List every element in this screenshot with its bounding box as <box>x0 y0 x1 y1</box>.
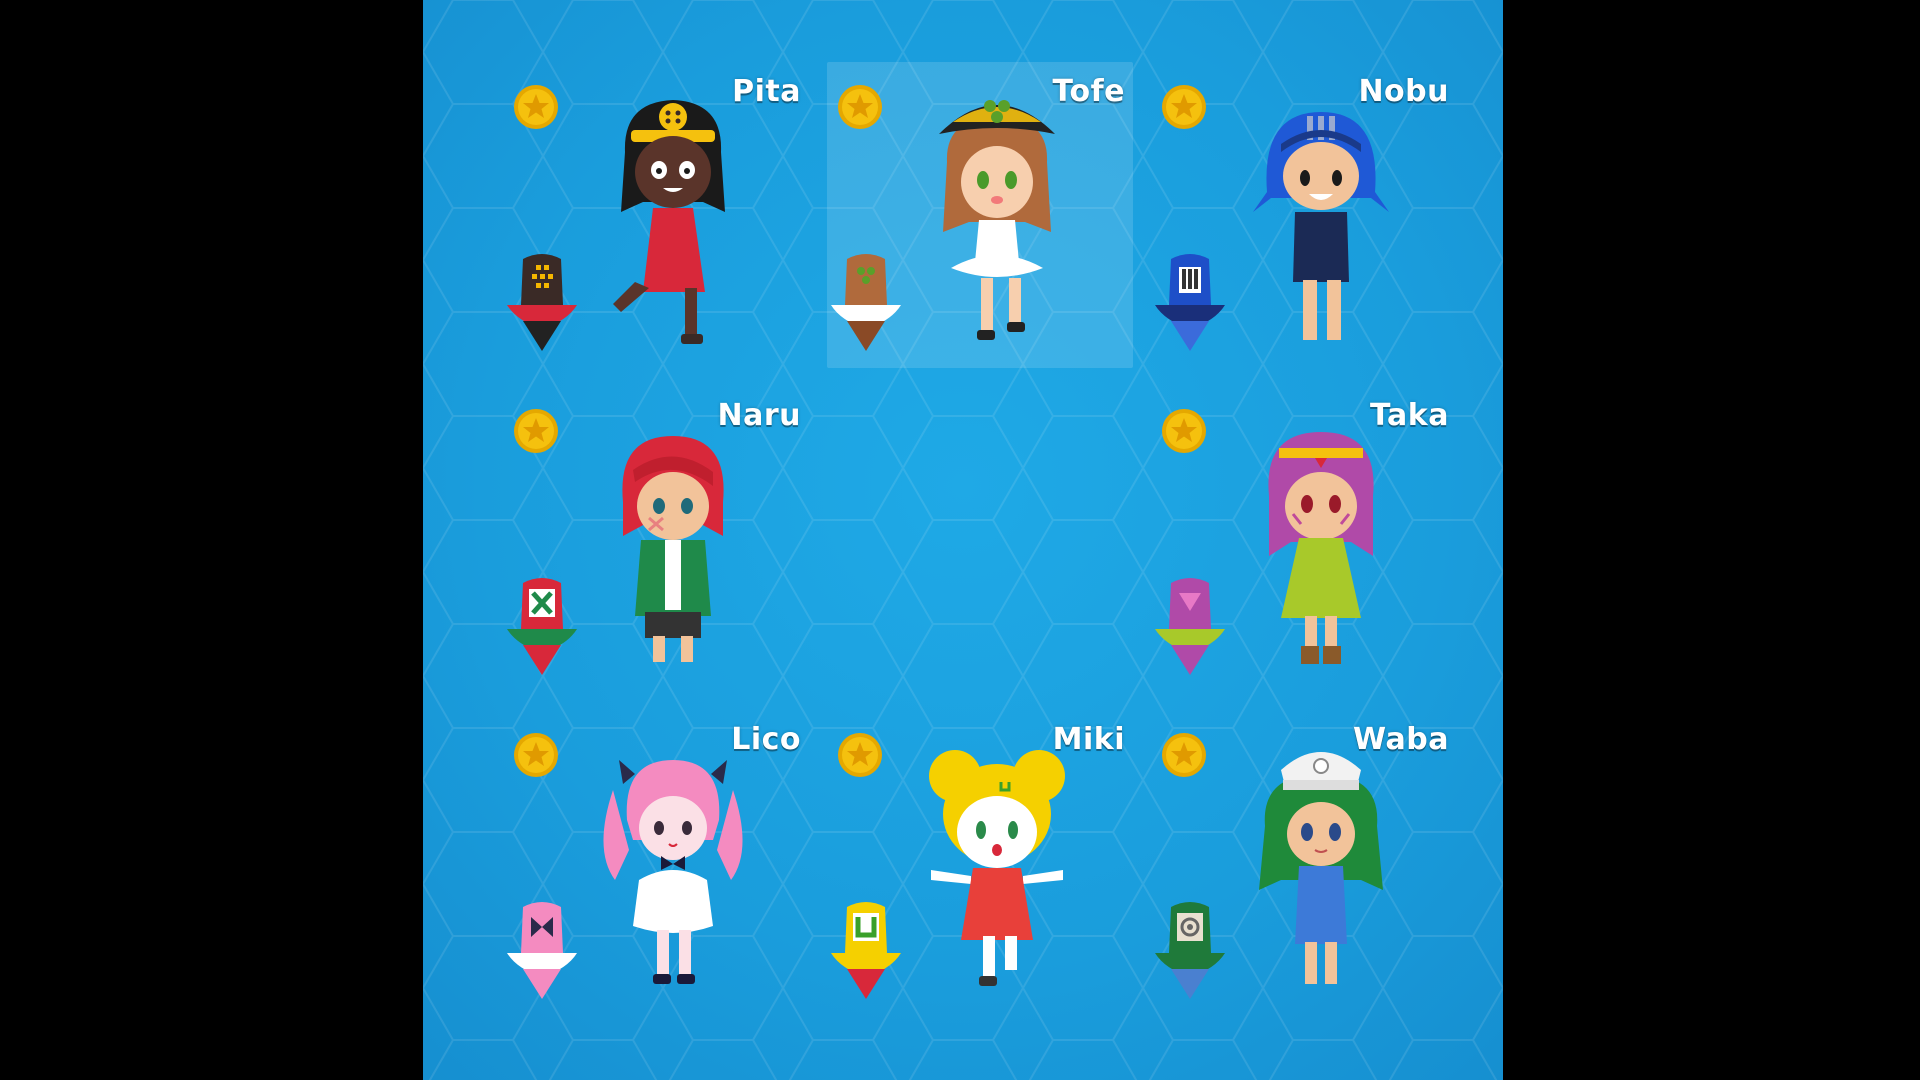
boat-token-icon <box>831 902 901 999</box>
character-slot-naru[interactable]: Naru <box>503 386 809 692</box>
boat-token-icon <box>507 578 577 675</box>
character-slot-lico[interactable]: Lico <box>503 710 809 1016</box>
character-art-naru <box>622 436 724 662</box>
character-slot-nobu[interactable]: Nobu <box>1151 62 1457 368</box>
character-art-miki <box>929 750 1065 986</box>
boat-token-icon <box>1155 578 1225 675</box>
coin-star-icon <box>838 85 882 129</box>
character-art-waba <box>1259 752 1383 984</box>
coin-star-icon <box>514 733 558 777</box>
character-grid: Pita Tofe Nobu Naru Taka Lico Miki Waba <box>503 62 1457 1016</box>
character-art-lico <box>603 760 743 984</box>
character-slot-miki[interactable]: Miki <box>827 710 1133 1016</box>
boat-token-icon <box>1155 902 1225 999</box>
character-art-pita <box>613 100 725 344</box>
coin-star-icon <box>838 733 882 777</box>
character-slot-empty <box>827 386 1133 692</box>
character-slot-tofe[interactable]: Tofe <box>827 62 1133 368</box>
boat-token-icon <box>507 254 577 351</box>
coin-star-icon <box>514 85 558 129</box>
character-slot-pita[interactable]: Pita <box>503 62 809 368</box>
character-slot-taka[interactable]: Taka <box>1151 386 1457 692</box>
character-slot-waba[interactable]: Waba <box>1151 710 1457 1016</box>
character-select-board: Pita Tofe Nobu Naru Taka Lico Miki Waba <box>423 0 1503 1080</box>
boat-token-icon <box>831 254 901 351</box>
coin-star-icon <box>1162 733 1206 777</box>
coin-star-icon <box>514 409 558 453</box>
boat-token-icon <box>1155 254 1225 351</box>
boat-token-icon <box>507 902 577 999</box>
character-art-tofe <box>939 100 1055 340</box>
character-art-taka <box>1268 432 1374 664</box>
character-art-nobu <box>1253 112 1389 340</box>
coin-star-icon <box>1162 85 1206 129</box>
coin-star-icon <box>1162 409 1206 453</box>
